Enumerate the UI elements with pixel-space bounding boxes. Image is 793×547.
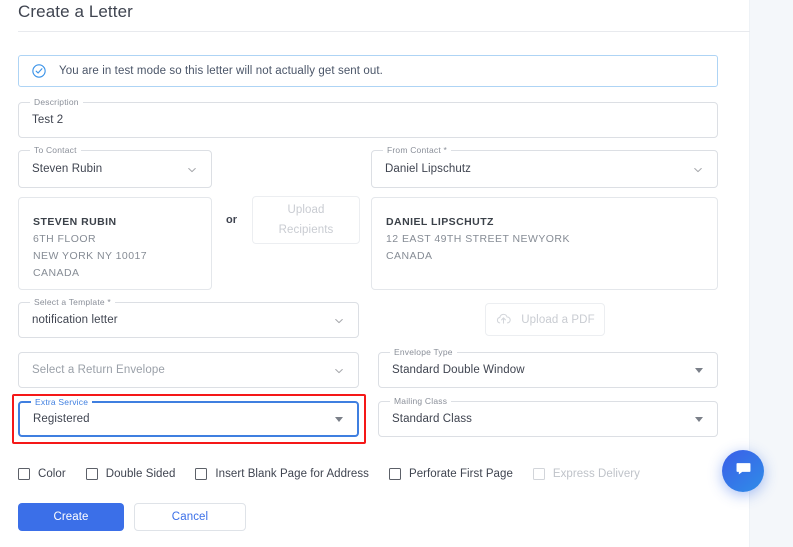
triangle-down-icon[interactable] [695, 368, 703, 373]
chevron-down-icon[interactable] [692, 163, 704, 175]
upload-recipients-line2: Recipients [279, 220, 334, 240]
from-address-card: DANIEL LIPSCHUTZ 12 EAST 49TH STREET NEW… [371, 197, 718, 290]
return-envelope-placeholder: Select a Return Envelope [32, 364, 165, 376]
checkbox-icon [533, 468, 545, 480]
mailing-class-label: Mailing Class [390, 396, 451, 406]
checkbox-icon[interactable] [195, 468, 207, 480]
to-address-line: CANADA [33, 265, 197, 282]
option-label: Double Sided [106, 468, 176, 480]
envelope-type-select[interactable]: Envelope Type Standard Double Window [378, 352, 718, 388]
extra-service-select[interactable]: Extra Service Registered [18, 401, 359, 437]
form-content: Create a Letter You are in test mode so … [0, 0, 750, 547]
to-address-line: NEW YORK NY 10017 [33, 248, 197, 265]
option-insert-blank-page[interactable]: Insert Blank Page for Address [195, 468, 369, 480]
cloud-upload-icon [495, 310, 512, 330]
option-double-sided[interactable]: Double Sided [86, 468, 176, 480]
title-divider [18, 31, 750, 32]
checkbox-icon[interactable] [389, 468, 401, 480]
upload-pdf-button[interactable]: Upload a PDF [485, 303, 605, 336]
template-select[interactable]: Select a Template * notification letter [18, 302, 359, 338]
option-express-delivery: Express Delivery [533, 468, 640, 480]
to-address-line: 6TH FLOOR [33, 231, 197, 248]
description-value: Test 2 [32, 114, 63, 126]
cancel-button[interactable]: Cancel [134, 503, 246, 531]
alert-message: You are in test mode so this letter will… [59, 65, 383, 77]
from-address-line: 12 EAST 49TH STREET NEWYORK [386, 231, 703, 248]
upload-recipients-button[interactable]: Upload Recipients [252, 196, 360, 244]
template-value: notification letter [32, 314, 118, 326]
from-contact-label: From Contact * [383, 145, 451, 155]
from-address-name: DANIEL LIPSCHUTZ [386, 214, 703, 231]
extra-service-label: Extra Service [31, 397, 92, 407]
option-label: Insert Blank Page for Address [215, 468, 369, 480]
from-address-line: CANADA [386, 248, 703, 265]
triangle-down-icon[interactable] [335, 417, 343, 422]
mailing-class-value: Standard Class [392, 413, 472, 425]
chevron-down-icon[interactable] [333, 364, 345, 376]
description-label: Description [30, 97, 83, 107]
checkbox-icon[interactable] [86, 468, 98, 480]
chat-bubble-icon [734, 459, 753, 483]
return-envelope-select[interactable]: Select a Return Envelope [18, 352, 359, 388]
to-contact-select[interactable]: To Contact Steven Rubin [18, 150, 212, 188]
from-contact-value: Daniel Lipschutz [385, 163, 471, 175]
from-contact-select[interactable]: From Contact * Daniel Lipschutz [371, 150, 718, 188]
envelope-type-label: Envelope Type [390, 347, 457, 357]
check-circle-icon [31, 63, 47, 79]
test-mode-alert: You are in test mode so this letter will… [18, 55, 718, 87]
to-address-card: STEVEN RUBIN 6TH FLOOR NEW YORK NY 10017… [18, 197, 212, 290]
upload-pdf-label: Upload a PDF [521, 314, 594, 326]
letter-options-row: Color Double Sided Insert Blank Page for… [18, 468, 660, 480]
option-perforate-first-page[interactable]: Perforate First Page [389, 468, 513, 480]
create-button[interactable]: Create [18, 503, 124, 531]
extra-service-value: Registered [33, 413, 90, 425]
option-label: Express Delivery [553, 468, 640, 480]
description-field[interactable]: Description Test 2 [18, 102, 718, 138]
chevron-down-icon[interactable] [186, 163, 198, 175]
chat-widget-button[interactable] [722, 450, 764, 492]
option-label: Perforate First Page [409, 468, 513, 480]
chevron-down-icon[interactable] [333, 314, 345, 326]
template-label: Select a Template * [30, 297, 115, 307]
or-separator: or [226, 214, 237, 226]
option-label: Color [38, 468, 66, 480]
option-color[interactable]: Color [18, 468, 66, 480]
to-contact-label: To Contact [30, 145, 81, 155]
mailing-class-select[interactable]: Mailing Class Standard Class [378, 401, 718, 437]
upload-recipients-line1: Upload [287, 200, 324, 220]
page-title: Create a Letter [18, 2, 133, 22]
triangle-down-icon[interactable] [695, 417, 703, 422]
envelope-type-value: Standard Double Window [392, 364, 525, 376]
to-contact-value: Steven Rubin [32, 163, 102, 175]
to-address-name: STEVEN RUBIN [33, 214, 197, 231]
checkbox-icon[interactable] [18, 468, 30, 480]
app-root: Create a Letter You are in test mode so … [0, 0, 793, 547]
